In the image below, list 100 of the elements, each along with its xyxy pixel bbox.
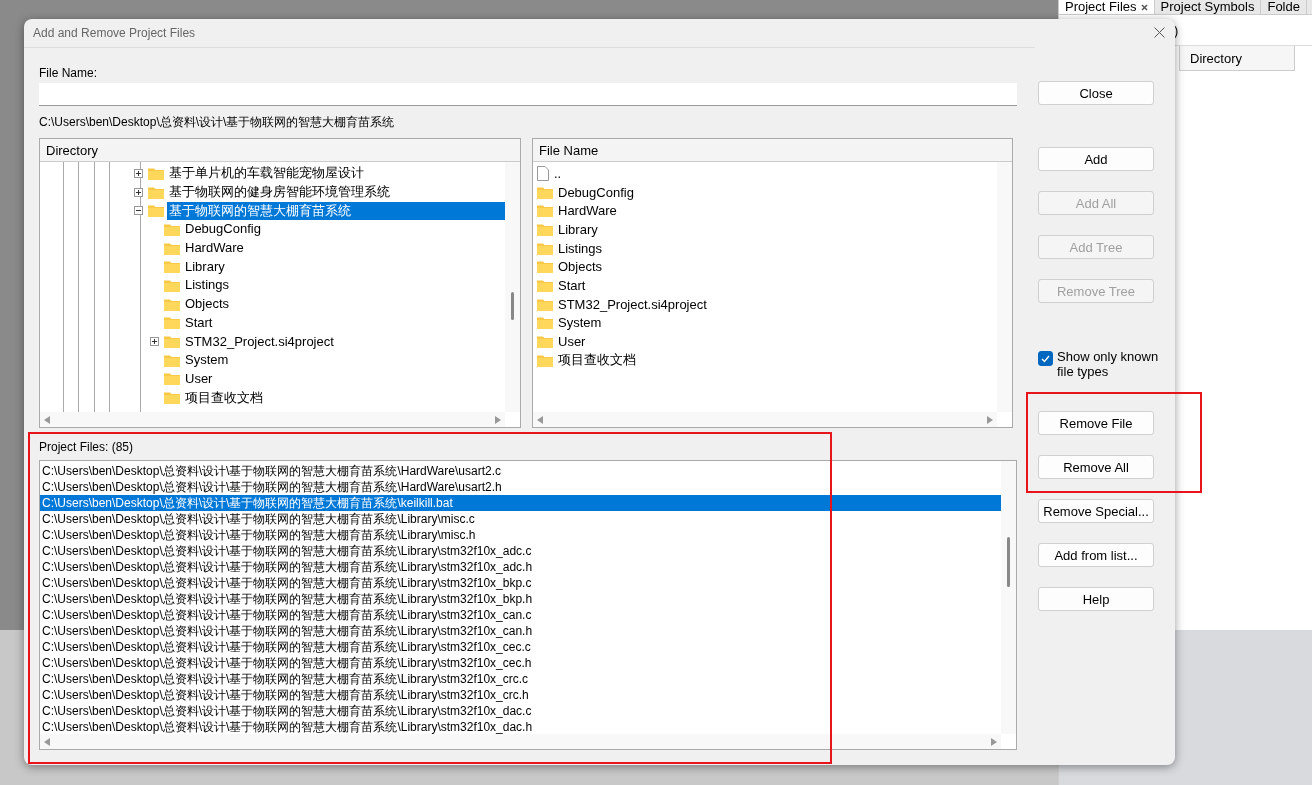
tree-item[interactable]: Objects [183,295,232,314]
file-item[interactable]: Start [558,277,586,293]
folder-icon [537,297,553,311]
file-path-row[interactable]: C:\Users\ben\Desktop\总资料\设计\基于物联网的智慧大棚育苗系统\HardWare\usart2.c [40,463,1001,479]
scroll-right-icon[interactable] [986,415,993,424]
folder-icon [537,222,553,236]
file-icon [537,165,549,181]
folder-icon [537,260,553,274]
field-label: File Name: [39,66,97,80]
folder-icon [164,316,180,330]
tree-item[interactable]: HardWare [183,239,246,258]
scrollbar-thumb[interactable] [1007,537,1010,587]
folder-icon [537,353,553,367]
expand-icon[interactable] [134,168,143,178]
folder-icon [164,353,180,367]
folder-icon [164,241,180,255]
scroll-left-icon[interactable] [44,737,51,746]
file-path-row[interactable]: C:\Users\ben\Desktop\总资料\设计\基于物联网的智慧大棚育苗系统\Library\stm32f10x_crc.h [40,687,1001,703]
column-header[interactable]: Directory [1179,46,1295,71]
file-item[interactable]: 项目查收文档 [558,351,636,370]
project-files-list[interactable] [39,460,1017,750]
tree-item[interactable]: Listings [183,276,232,295]
checkbox[interactable] [1038,351,1053,366]
file-path-row[interactable]: C:\Users\ben\Desktop\总资料\设计\基于物联网的智慧大棚育苗系统\Library\stm32f10x_can.c [40,607,1001,623]
column-header[interactable]: File Name [533,139,1012,162]
file-path-row[interactable]: C:\Users\ben\Desktop\总资料\设计\基于物联网的智慧大棚育苗系统\HardWare\usart2.h [40,479,1001,495]
tree-item[interactable]: 基于物联网的智慧大棚育苗系统 [167,201,505,220]
current-path: C:\Users\ben\Desktop\总资料\设计\基于物联网的智慧大棚育苗系统 [39,113,395,131]
column-header[interactable]: Directory [40,139,520,162]
file-item[interactable]: DebugConfig [558,184,634,200]
folder-icon [537,316,553,330]
file-item[interactable]: Library [558,221,598,237]
directory-tree[interactable]: Directory 基于单片机的车载智能宠物屋设计 基于物联网的健身房智能环境管理系统 基于物联网的智慧大棚育苗系统 DebugConfig HardWare Library Listings Objects Start STM32_Project.si4project System User 项目查收文档 [39,138,521,428]
folder-icon [537,278,553,292]
close-icon[interactable] [1140,3,1148,11]
file-path-row[interactable]: C:\Users\ben\Desktop\总资料\设计\基于物联网的智慧大棚育苗系统\Library\misc.h [40,527,1001,543]
tree-item[interactable]: System [183,351,231,370]
tree-item[interactable]: Library [183,257,227,276]
checkbox-label[interactable]: Show only known file types [1057,349,1168,379]
file-path-row[interactable]: C:\Users\ben\Desktop\总资料\设计\基于物联网的智慧大棚育苗系统\Library\stm32f10x_bkp.c [40,575,1001,591]
tree-item[interactable]: Start [183,313,215,332]
file-path-row[interactable]: C:\Users\ben\Desktop\总资料\设计\基于物联网的智慧大棚育苗系统\Library\stm32f10x_dac.c [40,703,1001,719]
panel-tab[interactable]: Folde [1261,0,1307,14]
dialog-button[interactable]: Add [1038,147,1154,171]
file-item[interactable]: System [558,315,602,331]
file-name-field[interactable] [39,83,1017,106]
file-item[interactable]: .. [554,165,562,181]
panel-tab[interactable]: Project Symbols [1154,0,1262,14]
file-item[interactable]: HardWare [558,203,617,219]
file-path-row[interactable]: C:\Users\ben\Desktop\总资料\设计\基于物联网的智慧大棚育苗系统\Library\stm32f10x_cec.h [40,655,1001,671]
panel-tab[interactable]: Project Files [1059,0,1155,14]
scrollbar-thumb[interactable] [511,292,514,320]
folder-icon [164,372,180,386]
tree-item[interactable]: 基于单片机的车载智能宠物屋设计 [167,164,366,183]
file-list[interactable]: File Name .. DebugConfig HardWare Library Listings Objects Start STM32_Project.si4project System User 项目查收文档 [532,138,1013,428]
tree-item[interactable]: User [183,369,215,388]
file-path-row[interactable]: C:\Users\ben\Desktop\总资料\设计\基于物联网的智慧大棚育苗系统\Library\stm32f10x_can.h [40,623,1001,639]
close-icon[interactable] [1154,27,1165,38]
list-label: Project Files: (85) [39,440,134,454]
file-item[interactable]: STM32_Project.si4project [558,296,707,312]
folder-icon [148,166,164,180]
folder-icon [537,241,553,255]
scroll-right-icon[interactable] [990,737,997,746]
tree-item[interactable]: 项目查收文档 [183,388,265,407]
file-path-row[interactable]: C:\Users\ben\Desktop\总资料\设计\基于物联网的智慧大棚育苗系统\Library\stm32f10x_crc.c [40,671,1001,687]
dialog-button[interactable]: Add from list... [1038,543,1154,567]
file-path-row[interactable]: C:\Users\ben\Desktop\总资料\设计\基于物联网的智慧大棚育苗系统\Library\stm32f10x_cec.c [40,639,1001,655]
file-path-row[interactable]: C:\Users\ben\Desktop\总资料\设计\基于物联网的智慧大棚育苗系统\Library\stm32f10x_dac.h [40,719,1001,734]
folder-icon [148,204,164,218]
dialog-button[interactable]: Remove Special... [1038,499,1154,523]
file-item[interactable]: User [558,334,586,350]
folder-icon [164,260,180,274]
tree-item[interactable]: STM32_Project.si4project [183,332,336,351]
folder-icon [537,204,553,218]
file-item[interactable]: Listings [558,240,603,256]
vertical-scrollbar[interactable] [997,162,1012,412]
scroll-right-icon[interactable] [494,415,501,424]
file-path-row[interactable]: C:\Users\ben\Desktop\总资料\设计\基于物联网的智慧大棚育苗系统\Library\stm32f10x_adc.c [40,543,1001,559]
scroll-left-icon[interactable] [44,415,51,424]
folder-icon [537,335,553,349]
scroll-left-icon[interactable] [537,415,544,424]
window-title: Add and Remove Project Files [33,26,196,40]
file-item[interactable]: Objects [558,259,603,275]
collapse-icon[interactable] [134,206,143,216]
file-path-row[interactable]: C:\Users\ben\Desktop\总资料\设计\基于物联网的智慧大棚育苗系统\keilkill.bat [40,495,1001,511]
folder-icon [164,335,180,349]
file-path-row[interactable]: C:\Users\ben\Desktop\总资料\设计\基于物联网的智慧大棚育苗系统\Library\stm32f10x_adc.h [40,559,1001,575]
dialog-button[interactable]: Remove File [1038,411,1154,435]
tree-item[interactable]: DebugConfig [183,220,263,239]
tree-item[interactable]: 基于物联网的健身房智能环境管理系统 [167,183,392,202]
folder-icon [164,278,180,292]
file-path-row[interactable]: C:\Users\ben\Desktop\总资料\设计\基于物联网的智慧大棚育苗系统\Library\misc.c [40,511,1001,527]
dialog-button[interactable]: Remove All [1038,455,1154,479]
folder-icon [164,297,180,311]
folder-icon [148,185,164,199]
file-path-row[interactable]: C:\Users\ben\Desktop\总资料\设计\基于物联网的智慧大棚育苗系统\Library\stm32f10x_bkp.h [40,591,1001,607]
expand-icon[interactable] [150,337,159,347]
expand-icon[interactable] [134,187,143,197]
dialog-button[interactable]: Close [1038,81,1154,105]
dialog-button[interactable]: Help [1038,587,1154,611]
